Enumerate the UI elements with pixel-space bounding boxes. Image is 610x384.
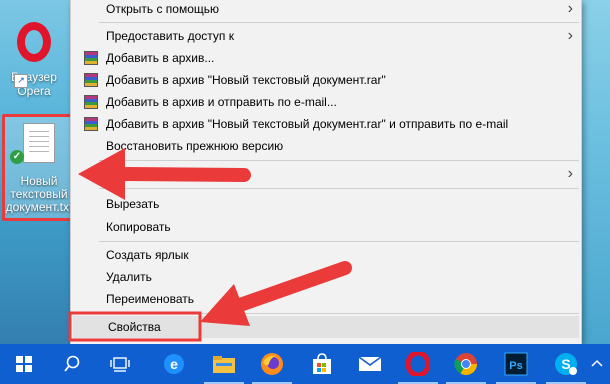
mail-icon[interactable] xyxy=(346,344,394,384)
store-icon[interactable] xyxy=(298,344,346,384)
photoshop-icon[interactable]: Ps xyxy=(492,344,540,384)
search-icon[interactable] xyxy=(48,344,96,384)
annotation-layer xyxy=(68,148,352,342)
annotation-arrow-properties xyxy=(200,261,352,326)
windows-start-icon[interactable] xyxy=(0,344,48,384)
task-view-icon[interactable] xyxy=(96,344,144,384)
annotation-arrow-file xyxy=(78,148,251,200)
notification-icon[interactable] xyxy=(584,344,610,384)
skype-icon[interactable]: S xyxy=(542,344,590,384)
edge-icon[interactable]: e xyxy=(150,344,198,384)
opera-icon[interactable] xyxy=(394,344,442,384)
properties-highlight-frame xyxy=(68,311,202,342)
taskbar: e Ps S xyxy=(0,344,610,384)
firefox-icon[interactable] xyxy=(248,344,296,384)
file-explorer-icon[interactable] xyxy=(200,344,248,384)
svg-text:Ps: Ps xyxy=(509,360,522,372)
svg-text:e: e xyxy=(170,356,178,372)
chrome-icon[interactable] xyxy=(442,344,490,384)
